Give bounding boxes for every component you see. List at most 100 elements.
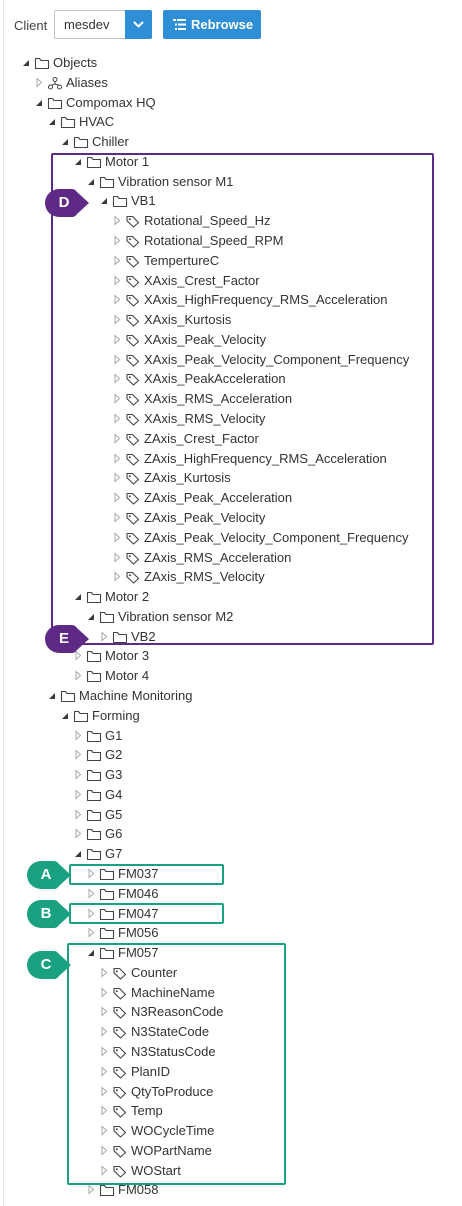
folder-icon [99, 927, 115, 940]
expanded-arrow-icon [23, 60, 29, 66]
folder-icon [47, 97, 63, 110]
callout-letter: C [40, 956, 52, 973]
folder-icon [86, 809, 102, 822]
expanded-arrow-icon [75, 851, 81, 857]
folder-icon [86, 848, 102, 861]
tree-expand-toggle[interactable] [72, 745, 84, 765]
tree-node-label: Motor 3 [105, 648, 150, 663]
tree-expand-toggle[interactable] [85, 923, 97, 943]
callout-a: A [26, 860, 74, 890]
chevron-down-icon [133, 21, 144, 28]
folder-icon [99, 1184, 115, 1197]
collapsed-arrow-icon [36, 77, 43, 88]
callout-b: B [26, 899, 74, 929]
callout-letter: B [40, 905, 52, 922]
tree-node-label: G2 [105, 747, 123, 762]
folder-icon [86, 769, 102, 782]
folder-icon [86, 749, 102, 762]
rebrowse-button[interactable]: Rebrowse [163, 10, 261, 39]
expanded-arrow-icon [49, 119, 55, 125]
tree-node-icon [60, 112, 76, 132]
tree-node-label: G5 [105, 807, 123, 822]
tree-node-label: Motor 4 [105, 668, 150, 683]
tree-node-icon [99, 923, 115, 943]
tree-collapse-toggle[interactable] [33, 93, 45, 113]
tree-node-label: FM046 [118, 886, 159, 901]
folder-icon [99, 888, 115, 901]
tree-node-icon [73, 706, 89, 726]
tree-expand-toggle[interactable] [33, 73, 45, 93]
tree-node-icon [86, 745, 102, 765]
tree-expand-toggle[interactable] [72, 805, 84, 825]
folder-icon [73, 710, 89, 723]
folder-icon [60, 690, 76, 703]
tree-node-label: G1 [105, 728, 123, 743]
collapsed-arrow-icon [75, 789, 82, 800]
tree-expand-toggle[interactable] [72, 824, 84, 844]
collapsed-arrow-icon [88, 1184, 95, 1195]
folder-icon [34, 57, 50, 70]
folder-icon [86, 670, 102, 683]
tree-node-icon [86, 824, 102, 844]
callout-letter: A [40, 866, 52, 883]
tree-node-label: FM056 [118, 925, 159, 940]
left-border [3, 0, 4, 1206]
highlight-box-d-e [51, 153, 434, 645]
tree-node-label: Machine Monitoring [79, 688, 193, 703]
tree-node-label: Forming [92, 708, 140, 723]
tree-node-icon [86, 844, 102, 864]
tree-node-label: Compomax HQ [66, 95, 156, 110]
tree-collapse-toggle[interactable] [46, 686, 58, 706]
collapsed-arrow-icon [75, 749, 82, 760]
collapsed-arrow-icon [88, 927, 95, 938]
tree-node-label: HVAC [79, 114, 115, 129]
callout-d: D [44, 188, 92, 218]
tree-node-icon [34, 53, 50, 73]
collapsed-arrow-icon [75, 769, 82, 780]
tree-node-label: Objects [53, 55, 98, 70]
tree-node-icon [60, 686, 76, 706]
tree-expand-toggle[interactable] [72, 726, 84, 746]
tree-node-icon [73, 132, 89, 152]
tree-node-icon [86, 805, 102, 825]
client-label: Client [14, 18, 48, 33]
tree-expand-toggle[interactable] [72, 765, 84, 785]
callout-letter: E [58, 630, 69, 647]
expanded-arrow-icon [36, 100, 42, 106]
tree-expand-toggle[interactable] [85, 884, 97, 904]
collapsed-arrow-icon [75, 730, 82, 741]
highlight-box-a [69, 864, 224, 885]
client-select[interactable]: mesdev [54, 10, 152, 39]
tree-collapse-toggle[interactable] [59, 132, 71, 152]
expanded-arrow-icon [62, 139, 68, 145]
callout-c: C [26, 950, 74, 980]
tree-node-icon [47, 93, 63, 113]
tree-node-label: G7 [105, 846, 123, 861]
collapsed-arrow-icon [75, 809, 82, 820]
tree-node-icon [86, 666, 102, 686]
client-select-value: mesdev [64, 17, 110, 32]
expanded-arrow-icon [62, 713, 68, 719]
tree-node-label: G6 [105, 826, 123, 841]
folder-icon [60, 116, 76, 129]
tree-node-label: G4 [105, 787, 123, 802]
tree-collapse-toggle[interactable] [20, 53, 32, 73]
collapsed-arrow-icon [88, 888, 95, 899]
tree-node-icon [86, 765, 102, 785]
collapsed-arrow-icon [75, 828, 82, 839]
client-dropdown-button[interactable] [125, 10, 152, 39]
rebrowse-button-label: Rebrowse [191, 17, 254, 32]
highlight-box-c [67, 943, 286, 1185]
folder-icon [73, 136, 89, 149]
tree-expand-toggle[interactable] [72, 785, 84, 805]
tree-node-icon [86, 726, 102, 746]
tree-collapse-toggle[interactable] [46, 112, 58, 132]
folder-icon [86, 730, 102, 743]
tree-collapse-toggle[interactable] [59, 706, 71, 726]
tree-node-icon [99, 884, 115, 904]
tree-node-label: Chiller [92, 134, 129, 149]
tree-list-icon [173, 19, 186, 30]
alias-icon [48, 77, 62, 90]
tree-node-icon [86, 785, 102, 805]
tree-expand-toggle[interactable] [72, 666, 84, 686]
